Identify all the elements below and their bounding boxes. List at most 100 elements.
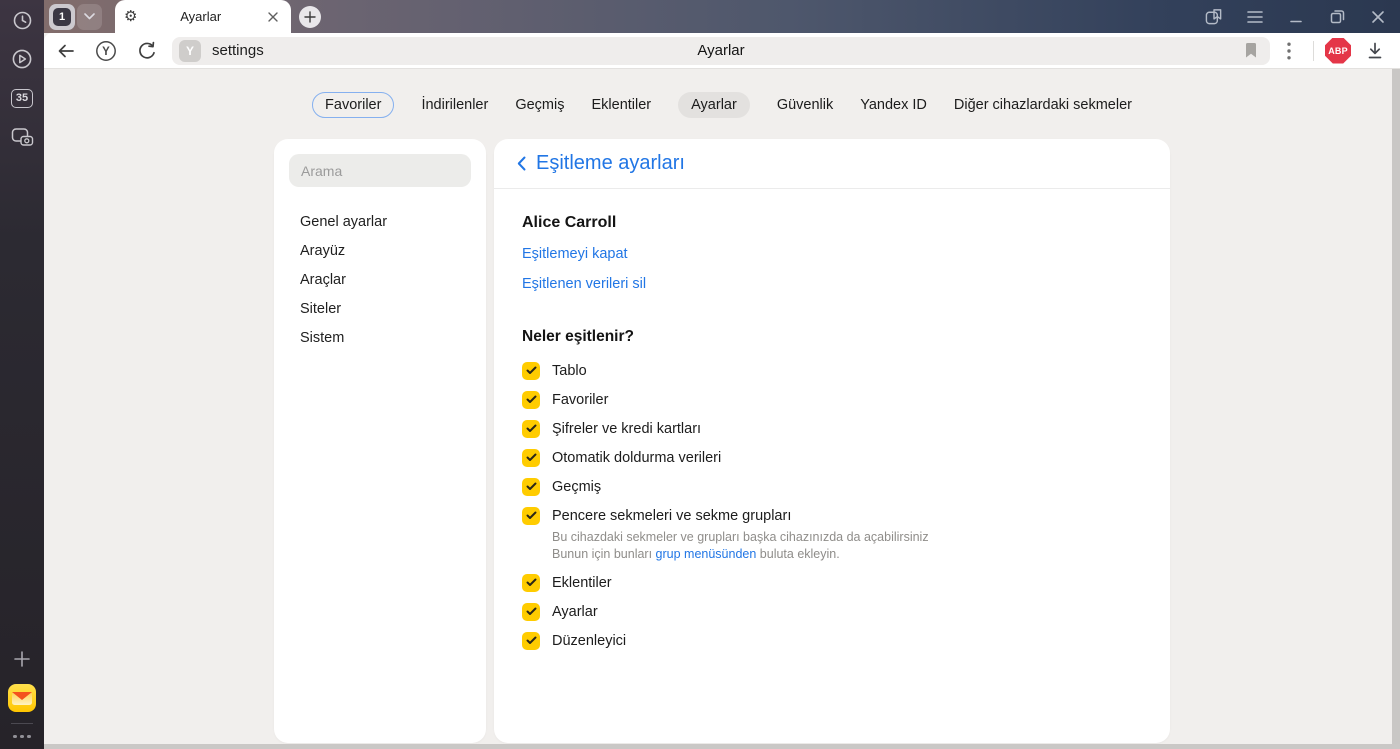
favicon-letter: Y <box>185 43 194 58</box>
sync-item-ayarlar: Ayarlar <box>522 597 1142 626</box>
panel-title: Eşitleme ayarları <box>536 152 685 174</box>
tab-title: Ayarlar <box>180 9 222 24</box>
checkbox-checked-icon[interactable] <box>522 602 540 621</box>
page-title: Ayarlar <box>697 42 745 59</box>
nav-tab-yandex-id[interactable]: Yandex ID <box>860 97 927 113</box>
toolbar-divider <box>1313 40 1314 61</box>
sync-item-eklentiler: Eklentiler <box>522 568 1142 597</box>
tab-counter-value: 1 <box>53 7 71 26</box>
sidebar-item-genel-ayarlar[interactable]: Genel ayarlar <box>300 214 486 231</box>
play-media-icon[interactable] <box>9 46 35 72</box>
sync-section-title: Neler eşitlenir? <box>522 328 634 345</box>
nav-tab-eklentiler[interactable]: Eklentiler <box>592 97 652 113</box>
tab-count-badge-value: 35 <box>11 88 33 108</box>
panel-header: Eşitleme ayarları <box>494 139 1170 189</box>
browser-toolbar: Y Y settings Ayarlar ABP <box>44 33 1400 69</box>
delete-synced-data-link[interactable]: Eşitlenen verileri sil <box>522 275 646 293</box>
side-rail: 35 <box>0 0 44 749</box>
bookmark-icon[interactable] <box>1239 39 1263 63</box>
sync-item-label: Favoriler <box>552 391 609 408</box>
checkbox-checked-icon[interactable] <box>522 361 540 380</box>
back-chevron-icon[interactable] <box>510 153 532 175</box>
abp-label: ABP <box>1328 45 1348 56</box>
reload-icon[interactable] <box>133 38 159 64</box>
nav-tab-ayarlar[interactable]: Ayarlar <box>678 92 750 118</box>
settings-sidebar: Genel ayarlar Arayüz Araçlar Siteler Sis… <box>274 139 486 743</box>
adblock-abp-icon[interactable]: ABP <box>1325 37 1351 64</box>
sync-item-label: Düzenleyici <box>552 632 627 649</box>
checkbox-checked-icon[interactable] <box>522 506 540 525</box>
downloads-icon[interactable] <box>1362 38 1388 64</box>
sidebar-item-arayuz[interactable]: Arayüz <box>300 243 486 260</box>
rail-divider <box>11 722 33 724</box>
checkbox-checked-icon[interactable] <box>522 390 540 409</box>
account-name: Alice Carroll <box>522 214 617 231</box>
kebab-menu-icon[interactable] <box>1276 38 1302 64</box>
sync-item-duzenleyici: Düzenleyici <box>522 626 1142 655</box>
sync-item-label: Otomatik doldurma verileri <box>552 449 722 466</box>
sync-item-label: Ayarlar <box>552 603 598 620</box>
sync-item-sifreler: Şifreler ve kredi kartları <box>522 414 1142 443</box>
sidebar-item-sistem[interactable]: Sistem <box>300 330 486 347</box>
description-line-1: Bu cihazdaki sekmeler ve grupları başka … <box>552 530 929 544</box>
settings-gear-icon: ⚙ <box>124 8 138 25</box>
yandex-services-icon[interactable]: Y <box>93 38 119 64</box>
checkbox-checked-icon[interactable] <box>522 448 540 467</box>
nav-tab-favoriler[interactable]: Favoriler <box>312 92 395 118</box>
window-scrollbar[interactable] <box>1392 69 1400 744</box>
settings-nav-tabs: Favoriler İndirilenler Geçmiş Eklentiler… <box>44 92 1400 118</box>
sync-item-tablo: Tablo <box>522 356 1142 385</box>
checkbox-checked-icon[interactable] <box>522 573 540 592</box>
search-input[interactable] <box>289 154 471 187</box>
settings-page: Favoriler İndirilenler Geçmiş Eklentiler… <box>44 69 1400 744</box>
sync-item-description: Bu cihazdaki sekmeler ve grupları başka … <box>552 529 1142 562</box>
sync-item-label: Tablo <box>552 362 587 379</box>
tab-close-icon[interactable] <box>264 8 282 26</box>
nav-tab-indirilenler[interactable]: İndirilenler <box>421 97 488 113</box>
sync-item-pencere-sekmeleri: Pencere sekmeleri ve sekme grupları <box>522 501 1142 530</box>
checkbox-checked-icon[interactable] <box>522 477 540 496</box>
history-clock-icon[interactable] <box>9 7 35 33</box>
screenshot-icon[interactable] <box>9 124 35 150</box>
minimize-icon[interactable] <box>1287 8 1305 26</box>
close-window-icon[interactable] <box>1369 8 1387 26</box>
toolbar-extensions-area: ABP <box>1276 37 1388 64</box>
sync-item-gecmis: Geçmiş <box>522 472 1142 501</box>
sync-item-label: Şifreler ve kredi kartları <box>552 420 702 437</box>
restore-window-icon[interactable] <box>1328 8 1346 26</box>
more-options-dots-icon[interactable] <box>13 731 31 743</box>
sync-item-label: Geçmiş <box>552 478 602 495</box>
new-tab-button[interactable] <box>299 5 321 28</box>
tab-strip: 1 ⚙ Ayarlar <box>44 0 1400 33</box>
sidebar-item-araclar[interactable]: Araçlar <box>300 272 486 289</box>
page-favicon: Y <box>179 39 201 62</box>
sync-items-list: Tablo Favoriler Şifreler ve kredi kartla… <box>522 356 1142 655</box>
sidebar-item-siteler[interactable]: Siteler <box>300 301 486 318</box>
checkbox-checked-icon[interactable] <box>522 631 540 650</box>
tab-counter-button[interactable]: 1 <box>49 3 75 30</box>
nav-tab-gecmis[interactable]: Geçmiş <box>515 97 564 113</box>
url-text[interactable]: settings <box>212 42 264 59</box>
side-panels-icon[interactable] <box>1205 8 1223 26</box>
group-menu-link[interactable]: grup menüsünden <box>656 547 757 561</box>
add-panel-plus-icon[interactable] <box>9 646 35 672</box>
address-bar[interactable]: Y settings Ayarlar <box>172 36 1270 65</box>
sync-item-otomatik-doldurma: Otomatik doldurma verileri <box>522 443 1142 472</box>
sync-item-label: Pencere sekmeleri ve sekme grupları <box>552 507 792 524</box>
nav-tab-diger-cihazlar[interactable]: Diğer cihazlardaki sekmeler <box>954 97 1132 113</box>
tab-count-badge[interactable]: 35 <box>9 85 35 111</box>
disable-sync-link[interactable]: Eşitlemeyi kapat <box>522 245 628 263</box>
back-icon[interactable] <box>53 38 79 64</box>
description-line-2-suffix: buluta ekleyin. <box>756 546 840 561</box>
yandex-mail-icon[interactable] <box>8 683 36 712</box>
window-bottom-edge <box>44 744 1400 749</box>
sync-settings-panel: Eşitleme ayarları Alice Carroll Eşitleme… <box>494 139 1170 743</box>
svg-text:Y: Y <box>102 46 110 58</box>
active-tab[interactable]: ⚙ Ayarlar <box>115 0 291 33</box>
nav-tab-guvenlik[interactable]: Güvenlik <box>777 97 833 113</box>
tab-list-chevron-icon[interactable] <box>77 3 102 30</box>
sync-item-label: Eklentiler <box>552 574 612 591</box>
menu-hamburger-icon[interactable] <box>1246 8 1264 26</box>
window-controls <box>1205 0 1387 33</box>
checkbox-checked-icon[interactable] <box>522 419 540 438</box>
